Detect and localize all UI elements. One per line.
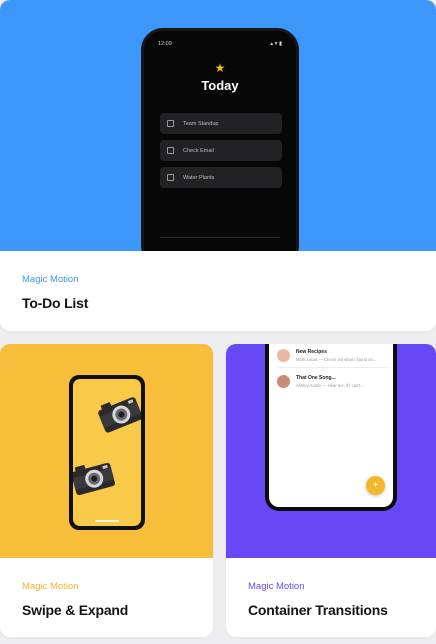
card-category: Magic Motion xyxy=(22,581,79,592)
list-item: That One Song... Ashley Austin — Hear me… xyxy=(277,370,387,392)
todo-item-label: Water Plants xyxy=(183,174,215,181)
status-time: 12:09 xyxy=(158,41,172,47)
card-todo-list[interactable]: 12:09 ▴ ▾ ▮ ★ Today Team Standup Check E… xyxy=(0,0,436,331)
list-item-title: New Recipes xyxy=(296,348,327,355)
divider xyxy=(277,367,387,368)
todo-item: Check Email xyxy=(160,140,282,161)
todo-item: Team Standup xyxy=(160,113,282,134)
todo-item-label: Check Email xyxy=(183,147,214,154)
card-container-transitions[interactable]: New Recipes Mark Lucas — Check out what … xyxy=(226,344,436,637)
phone-screen: New Recipes Mark Lucas — Check out what … xyxy=(269,344,393,507)
list-item: New Recipes Mark Lucas — Check out what … xyxy=(277,344,387,366)
camera-icon xyxy=(73,462,116,496)
divider xyxy=(160,237,280,238)
checkbox-icon xyxy=(167,120,174,127)
status-bar: 12:09 ▴ ▾ ▮ xyxy=(158,41,282,47)
home-indicator xyxy=(95,520,119,522)
star-icon: ★ xyxy=(214,61,226,75)
card-body: Magic Motion To-Do List xyxy=(0,251,436,331)
todo-item: Water Plants xyxy=(160,167,282,188)
card-preview xyxy=(0,344,213,558)
list-item-title: That One Song... xyxy=(296,374,336,381)
list-item-preview: Mark Lucas — Check out what I found on..… xyxy=(296,356,377,362)
phone-mockup xyxy=(69,375,145,530)
card-title: Swipe & Expand xyxy=(22,602,129,618)
status-icons: ▴ ▾ ▮ xyxy=(270,41,282,47)
card-preview: 12:09 ▴ ▾ ▮ ★ Today Team Standup Check E… xyxy=(0,0,436,251)
todo-item-label: Team Standup xyxy=(183,120,219,127)
card-body: Magic Motion Container Transitions xyxy=(226,558,436,637)
phone-mockup: 12:09 ▴ ▾ ▮ ★ Today Team Standup Check E… xyxy=(141,28,299,251)
card-swipe-expand[interactable]: Magic Motion Swipe & Expand xyxy=(0,344,213,637)
add-fab-button: + xyxy=(366,476,385,495)
card-preview: New Recipes Mark Lucas — Check out what … xyxy=(226,344,436,558)
phone-mockup: New Recipes Mark Lucas — Check out what … xyxy=(265,344,397,511)
avatar xyxy=(277,374,290,388)
checkbox-icon xyxy=(167,174,174,181)
card-category: Magic Motion xyxy=(248,581,305,592)
template-gallery: 12:09 ▴ ▾ ▮ ★ Today Team Standup Check E… xyxy=(0,0,436,644)
card-category: Magic Motion xyxy=(22,274,79,285)
phone-heading: Today xyxy=(201,78,239,93)
card-body: Magic Motion Swipe & Expand xyxy=(0,558,213,637)
avatar xyxy=(277,348,290,362)
checkbox-icon xyxy=(167,147,174,154)
card-title: Container Transitions xyxy=(248,602,388,618)
phone-screen xyxy=(73,379,141,526)
card-title: To-Do List xyxy=(22,295,89,311)
camera-icon xyxy=(98,397,141,433)
list-item-preview: Ashley Austin — Hear me, if I can't... xyxy=(296,382,364,388)
